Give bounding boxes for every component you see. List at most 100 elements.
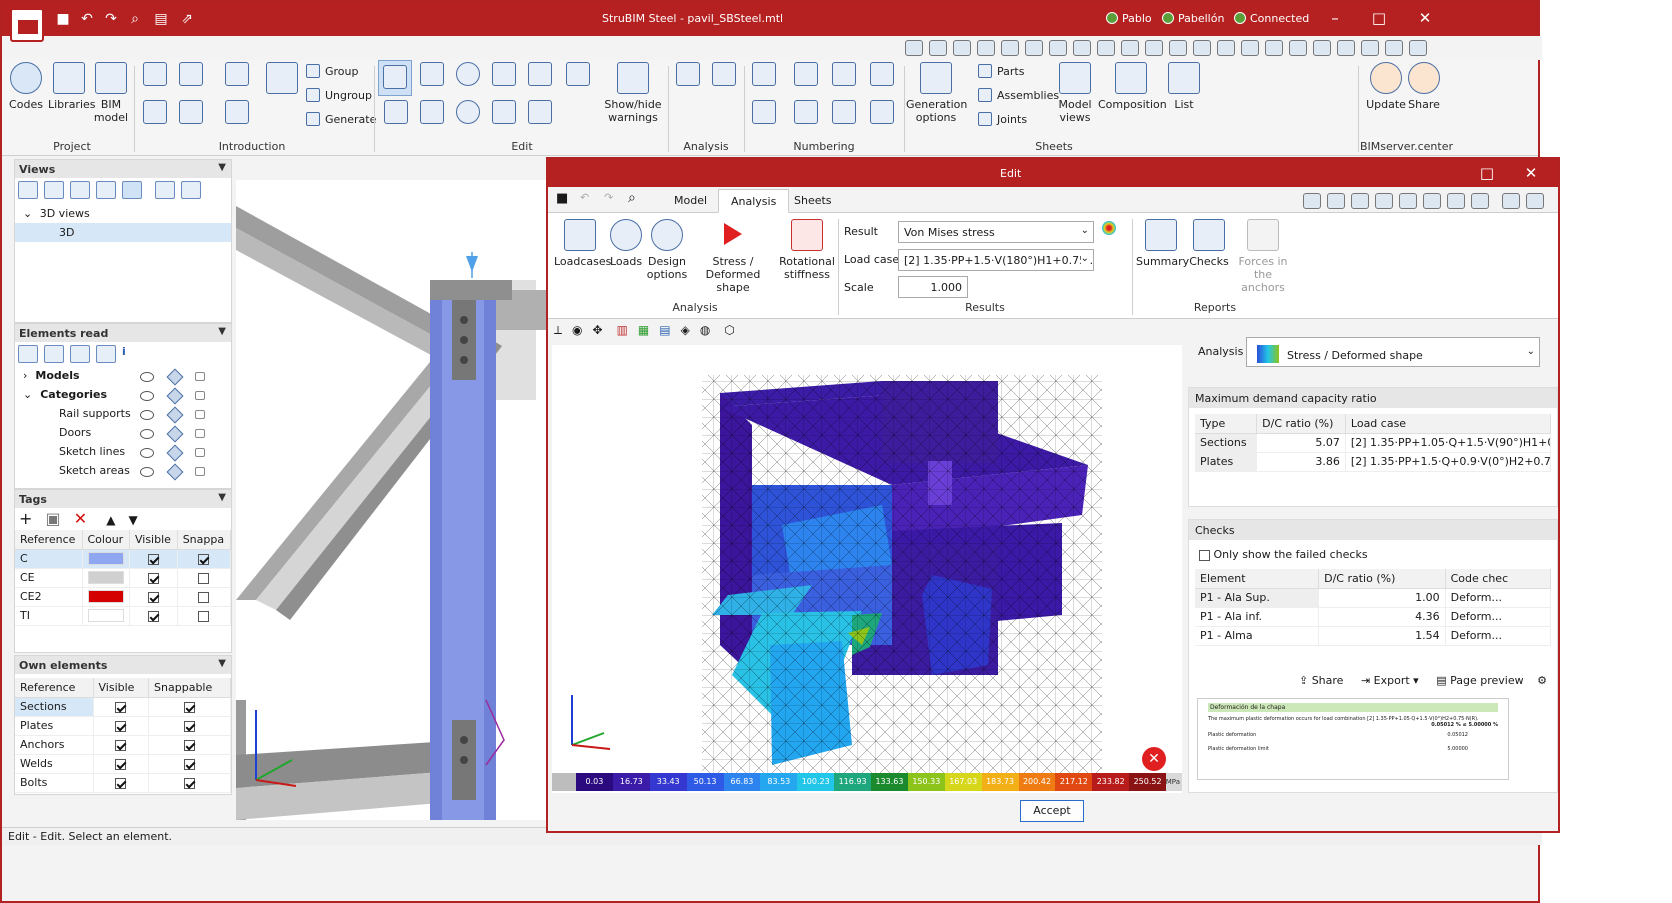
loadcases-button[interactable]: Loadcases (554, 219, 611, 268)
project-pabellon[interactable]: Pabellón (1162, 12, 1224, 25)
keyboard-icon[interactable] (1217, 40, 1235, 56)
failed-checks-checkbox[interactable] (1199, 549, 1210, 561)
tag-visible-checkbox[interactable] (129, 549, 178, 569)
zoom-icon[interactable] (905, 40, 923, 56)
list-button[interactable]: List (1166, 62, 1202, 111)
table-row[interactable]: CE (15, 568, 232, 588)
share-action[interactable]: ⇪ Share (1299, 674, 1343, 687)
lock-icon[interactable] (195, 372, 205, 381)
views-panel-header[interactable]: Views ▼ (15, 160, 231, 178)
expand-icon[interactable] (18, 345, 38, 363)
camera-icon[interactable] (155, 181, 175, 199)
col-reference[interactable]: Reference (15, 678, 94, 698)
col-code-check[interactable]: Code chec (1445, 569, 1552, 589)
ungroup-button[interactable]: Ungroup (306, 88, 372, 102)
loadcase-select[interactable]: [2] 1.35·PP+1.5·V(180°)H1+0.75... ⌄ (898, 249, 1094, 271)
col-load-case[interactable]: Load case (1345, 414, 1552, 434)
table-row[interactable]: Welds (15, 754, 231, 774)
add-view-icon[interactable] (18, 181, 38, 199)
move-button[interactable] (418, 62, 446, 90)
delete-icon[interactable]: ✕ (74, 509, 87, 528)
col-visible[interactable]: Visible (93, 678, 150, 698)
copy-view-icon[interactable] (70, 181, 90, 199)
number-export-button[interactable] (868, 62, 896, 90)
lock-icon[interactable] (195, 410, 205, 419)
magnet-icon[interactable] (1145, 40, 1163, 56)
book-icon[interactable] (1409, 40, 1427, 56)
table-row[interactable]: C (15, 549, 232, 569)
tab-sheets[interactable]: Sheets (782, 189, 844, 213)
stretch-button[interactable] (526, 62, 554, 90)
own-snap-checkbox[interactable] (148, 754, 231, 774)
move-down-icon[interactable]: ▼ (129, 513, 138, 527)
orbit-icon[interactable] (1049, 40, 1067, 56)
view-icon[interactable] (1471, 193, 1489, 209)
tag-snap-checkbox[interactable] (177, 568, 232, 588)
tag-visible-checkbox[interactable] (129, 587, 178, 607)
own-snap-checkbox[interactable] (148, 773, 231, 793)
own-visible-checkbox[interactable] (93, 754, 150, 774)
redo-icon[interactable]: ↷ (604, 191, 613, 204)
tree-3d-item[interactable]: 3D (15, 223, 231, 242)
zoom-all-icon[interactable] (953, 40, 971, 56)
stress-deformed-shape-button[interactable]: Stress / Deformed shape (688, 219, 778, 294)
summary-button[interactable]: Summary (1136, 219, 1189, 268)
table-row[interactable]: TI (15, 606, 232, 626)
move-vertical-button[interactable] (418, 100, 446, 128)
own-snap-checkbox[interactable] (148, 716, 231, 736)
table-row[interactable]: Anchors (15, 735, 231, 755)
column-tool-button[interactable] (224, 62, 250, 90)
grid-icon[interactable] (1121, 40, 1139, 56)
bim-model-button[interactable]: BIM model (92, 62, 130, 124)
rotate-icon[interactable] (977, 40, 995, 56)
model-views-button[interactable]: Model views (1054, 62, 1096, 124)
rotate-button[interactable] (454, 62, 482, 90)
tag-colour-swatch[interactable] (82, 606, 130, 626)
check-calc-button[interactable] (710, 62, 738, 90)
share-button[interactable]: Share (1406, 62, 1442, 111)
print-icon[interactable]: ▤ (152, 10, 170, 28)
group-button[interactable]: Group (306, 64, 359, 78)
zoom-window-icon[interactable] (929, 40, 947, 56)
grid-tool-button[interactable] (142, 62, 168, 90)
collapse-icon[interactable] (44, 345, 64, 363)
number-parts-button[interactable] (830, 62, 858, 90)
own-elements-header[interactable]: Own elements ▼ (15, 656, 231, 674)
align-button[interactable] (490, 100, 518, 128)
view-camera-icon[interactable] (122, 181, 142, 199)
orbit-icon[interactable]: ✥ (593, 323, 603, 337)
table-row[interactable]: P1 - Ala Sup. 1.00 Deform... (1195, 588, 1552, 608)
tag-colour-swatch[interactable] (82, 587, 130, 607)
delete-view-icon[interactable] (96, 181, 116, 199)
tag-visible-checkbox[interactable] (129, 606, 178, 626)
assemblies-button[interactable]: Assemblies (978, 88, 1059, 102)
checks-button[interactable]: Checks (1188, 219, 1230, 268)
scale-input[interactable]: 1.000 (898, 276, 968, 298)
undo-icon[interactable]: ↶ (78, 10, 96, 28)
eye-icon[interactable] (140, 467, 154, 477)
generation-options-button[interactable]: Generation options (906, 62, 967, 124)
tag-colour-swatch[interactable] (82, 549, 130, 569)
axis-icon[interactable]: ⟂ (554, 323, 562, 337)
tag-snap-checkbox[interactable] (177, 606, 232, 626)
tab-analysis[interactable]: Analysis (718, 189, 790, 213)
col-snappable[interactable]: Snappable (148, 678, 231, 698)
user-pablo[interactable]: Pablo (1106, 12, 1152, 25)
grid2-icon[interactable] (1193, 40, 1211, 56)
lock-icon[interactable] (195, 391, 205, 400)
table-row[interactable]: Plates (15, 716, 231, 736)
eye-icon[interactable]: ◉ (572, 323, 582, 337)
undo-icon[interactable]: ↶ (580, 191, 589, 204)
orbit-icon[interactable] (1447, 193, 1465, 209)
refresh-icon[interactable] (1289, 40, 1307, 56)
eye-icon[interactable] (140, 429, 154, 439)
comment-icon[interactable] (1526, 193, 1544, 209)
eye-icon[interactable] (140, 391, 154, 401)
own-snap-checkbox[interactable] (148, 735, 231, 755)
eye-icon[interactable] (140, 410, 154, 420)
number-sections-alt-button[interactable] (792, 100, 820, 128)
frame-icon[interactable] (1169, 40, 1187, 56)
save-icon[interactable]: ■ (556, 191, 568, 206)
add-icon[interactable]: + (19, 509, 32, 528)
save-icon[interactable]: ■ (54, 10, 72, 28)
